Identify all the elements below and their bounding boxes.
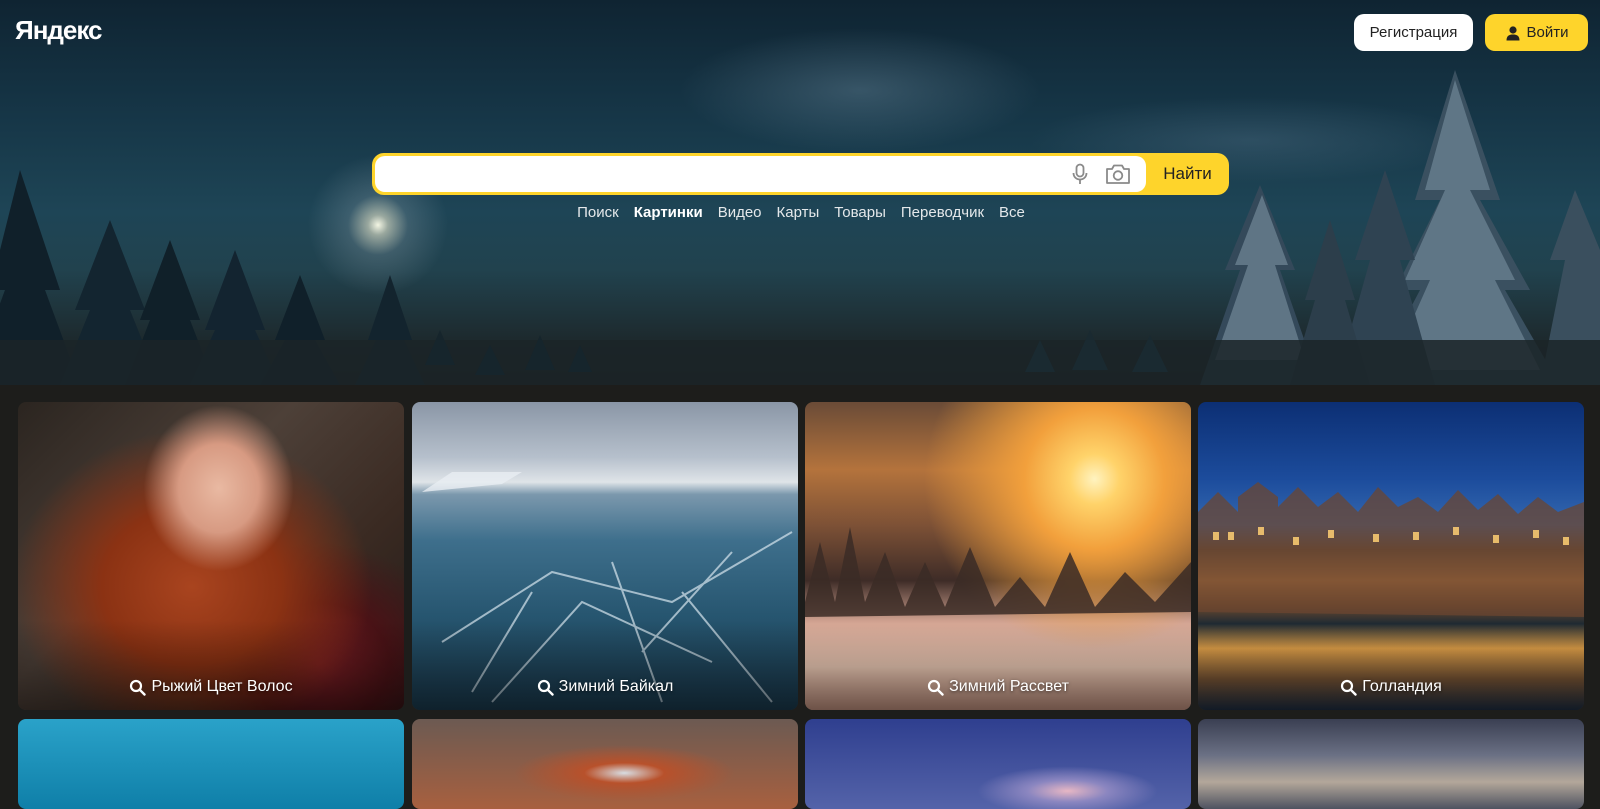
login-button[interactable]: Войти [1485,14,1588,51]
tile-shade [412,620,798,710]
tile-caption-text: Зимний Рассвет [949,678,1069,695]
nav-item-translate[interactable]: Переводчик [901,204,984,224]
service-nav: Поиск Картинки Видео Карты Товары Перево… [0,204,1600,224]
register-button-label: Регистрация [1369,24,1458,41]
tile-shade [1198,620,1584,710]
tile-caption-text: Рыжий Цвет Волос [151,678,293,695]
image-tile[interactable] [1198,719,1584,809]
tile-caption: Рыжий Цвет Волос [18,678,404,696]
search-icon [927,679,944,696]
tile-caption: Зимний Байкал [412,678,798,696]
search-bar [372,153,1229,195]
user-icon [1506,25,1519,40]
image-tile[interactable] [805,719,1191,809]
nav-item-images[interactable]: Картинки [634,204,703,224]
image-tile[interactable] [412,719,798,809]
login-button-label: Войти [1526,24,1569,41]
camera-icon[interactable] [1104,162,1132,186]
nav-item-video[interactable]: Видео [718,204,762,224]
register-button[interactable]: Регистрация [1354,14,1473,51]
tile-shade [18,620,404,710]
image-tile[interactable]: Зимний Рассвет [805,402,1191,710]
tile-caption-text: Голландия [1362,678,1442,695]
tile-caption: Голландия [1198,678,1584,696]
search-icon [537,679,554,696]
search-icon [130,679,147,696]
search-submit-button[interactable]: Найти [1146,153,1229,195]
tile-shade [805,620,1191,710]
search-submit-label: Найти [1163,164,1212,183]
image-tile[interactable]: Рыжий Цвет Волос [18,402,404,710]
nav-item-maps[interactable]: Карты [777,204,820,224]
nav-item-market[interactable]: Товары [834,204,886,224]
microphone-icon[interactable] [1068,162,1092,186]
search-icon [1341,679,1357,696]
image-tile[interactable] [18,719,404,809]
tile-caption: Зимний Рассвет [805,678,1191,696]
yandex-logo[interactable]: Яндекс [15,15,102,46]
nav-item-all[interactable]: Все [999,204,1025,224]
search-input[interactable] [375,156,1146,192]
tile-caption-text: Зимний Байкал [558,678,674,695]
nav-item-search[interactable]: Поиск [577,204,619,224]
image-tile[interactable]: Голландия [1198,402,1584,710]
image-tile[interactable]: Зимний Байкал [412,402,798,710]
